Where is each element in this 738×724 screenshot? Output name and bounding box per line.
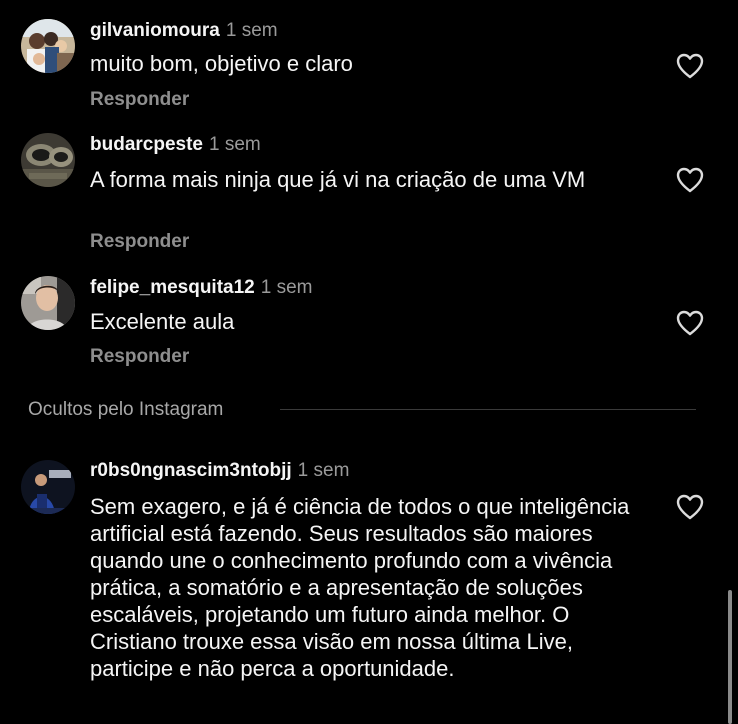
username[interactable]: r0bs0ngnascim3ntobjj (90, 460, 292, 481)
comment-meta: budarcpeste 1 sem (90, 133, 261, 157)
timestamp: 1 sem (297, 460, 350, 481)
heart-icon[interactable] (676, 167, 704, 193)
reply-button[interactable]: Responder (90, 345, 189, 369)
avatar[interactable] (21, 133, 75, 187)
timestamp: 1 sem (225, 20, 278, 41)
comment-text: Sem exagero, e já é ciência de todos o q… (90, 494, 630, 681)
hidden-comments-label[interactable]: Ocultos pelo Instagram (28, 398, 223, 422)
comment-meta: gilvaniomoura 1 sem (90, 19, 278, 43)
divider (280, 409, 696, 410)
username[interactable]: budarcpeste (90, 134, 203, 155)
reply-button[interactable]: Responder (90, 88, 189, 112)
heart-icon[interactable] (676, 53, 704, 79)
username[interactable]: felipe_mesquita12 (90, 277, 255, 298)
comment-text: muito bom, objetivo e claro (90, 51, 353, 76)
reply-button[interactable]: Responder (90, 230, 189, 254)
heart-icon[interactable] (676, 494, 704, 520)
avatar[interactable] (21, 276, 75, 330)
username[interactable]: gilvaniomoura (90, 20, 220, 41)
scrollbar[interactable] (728, 590, 732, 724)
comment-text: Excelente aula (90, 309, 235, 334)
comment-meta: felipe_mesquita12 1 sem (90, 276, 313, 300)
comment-text: A forma mais ninja que já vi na criação … (90, 167, 586, 192)
timestamp: 1 sem (208, 134, 261, 155)
comment-meta: r0bs0ngnascim3ntobjj 1 sem (90, 459, 349, 483)
timestamp: 1 sem (260, 277, 313, 298)
heart-icon[interactable] (676, 310, 704, 336)
avatar[interactable] (21, 19, 75, 73)
avatar[interactable] (21, 460, 75, 514)
